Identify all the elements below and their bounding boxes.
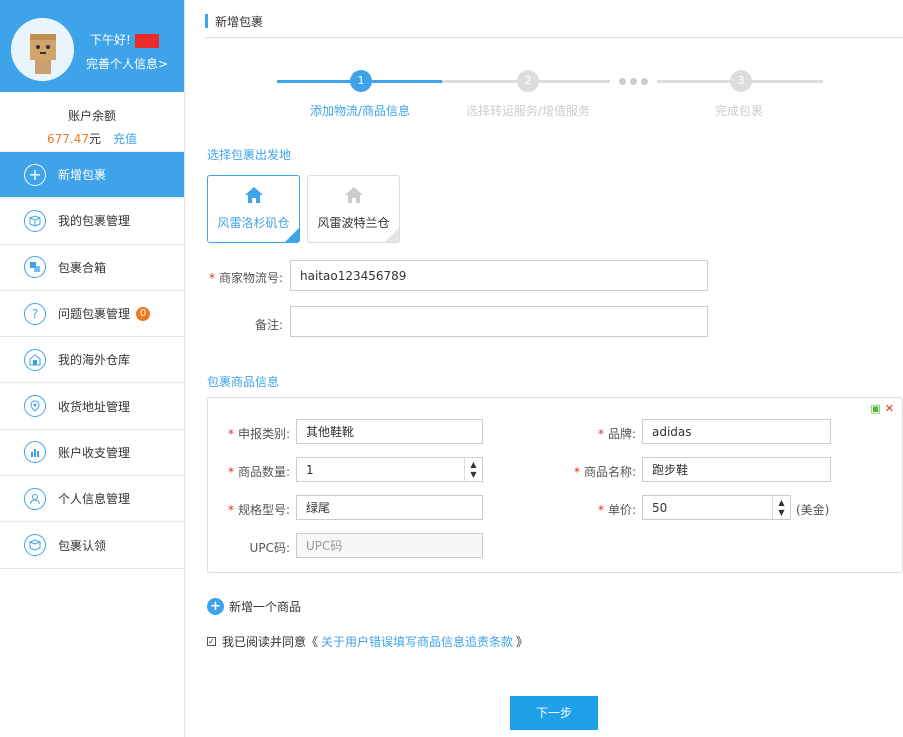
agree-prefix: 我已阅读并同意《 bbox=[222, 635, 319, 649]
sidebar-item-address[interactable]: 收货地址管理 bbox=[0, 383, 184, 430]
product-name-input[interactable]: 跑步鞋 bbox=[642, 457, 831, 482]
step-dot bbox=[619, 78, 626, 85]
agreement: ✓ 我已阅读并同意《 关于用户错误填写商品信息追责条款 》 bbox=[207, 633, 528, 650]
balance-panel: 账户余额 677.47元 充值 bbox=[0, 92, 184, 152]
sidebar-item-label: 收货地址管理 bbox=[58, 399, 131, 414]
agree-suffix: 》 bbox=[516, 635, 529, 649]
recharge-link[interactable]: 充值 bbox=[113, 132, 137, 146]
selected-corner-icon bbox=[285, 228, 299, 242]
sidebar-item-label: 账户收支管理 bbox=[58, 445, 131, 460]
upc-label: UPC码: bbox=[249, 541, 290, 555]
corner-icon bbox=[385, 228, 399, 242]
sidebar-item-claim-package[interactable]: 包裹认领 bbox=[0, 522, 184, 569]
add-item-label: 新增一个商品 bbox=[229, 600, 302, 614]
avatar[interactable] bbox=[11, 18, 74, 81]
main-content: 新增包裹 1 2 3 添加物流/商品信息 选择转运服务/增值服务 完成包裹 选择… bbox=[205, 0, 903, 730]
greeting: 下午好! bbox=[90, 31, 159, 48]
sidebar-item-personal-info[interactable]: 个人信息管理 bbox=[0, 476, 184, 523]
step-3-label: 完成包裹 bbox=[715, 104, 764, 118]
question-icon: ? bbox=[24, 302, 46, 325]
brand-input[interactable]: adidas bbox=[642, 419, 831, 444]
username-redacted bbox=[134, 33, 159, 48]
step-dot bbox=[630, 78, 637, 85]
origin-section-title: 选择包裹出发地 bbox=[207, 148, 292, 162]
agree-checkbox[interactable]: ✓ bbox=[207, 637, 216, 646]
sidebar-item-label: 我的包裹管理 bbox=[58, 214, 131, 229]
brand-label: * 品牌: bbox=[597, 427, 636, 441]
sidebar-item-account-finance[interactable]: 账户收支管理 bbox=[0, 430, 184, 477]
spinner-arrows-icon[interactable]: ▲ ▼ bbox=[772, 496, 790, 519]
spinner-arrows-icon[interactable]: ▲ ▼ bbox=[464, 458, 482, 481]
merge-icon bbox=[24, 256, 46, 279]
sidebar: 下午好! 完善个人信息> 账户余额 677.47元 充值 + 新增包裹 我的包裹管… bbox=[0, 0, 185, 737]
sidebar-item-label: 包裹认领 bbox=[58, 538, 107, 553]
sidebar-item-add-package[interactable]: + 新增包裹 bbox=[0, 152, 184, 199]
sidebar-item-overseas-warehouse[interactable]: 我的海外仓库 bbox=[0, 337, 184, 384]
step-3-circle: 3 bbox=[730, 70, 752, 92]
sidebar-item-label: 个人信息管理 bbox=[58, 492, 131, 507]
unit-price-value: 50 bbox=[652, 500, 668, 515]
add-item-button[interactable]: + 新增一个商品 bbox=[207, 598, 301, 615]
sidebar-item-label: 我的海外仓库 bbox=[58, 353, 131, 368]
home-icon bbox=[308, 186, 399, 206]
location-icon bbox=[24, 395, 46, 418]
warehouse-option-portland[interactable]: 风雷波特兰仓 bbox=[307, 175, 400, 243]
user-icon bbox=[24, 487, 46, 510]
quantity-value: 1 bbox=[306, 462, 314, 477]
price-unit: (美金) bbox=[796, 503, 830, 517]
category-label: * 申报类别: bbox=[227, 427, 290, 441]
complete-profile-link[interactable]: 完善个人信息> bbox=[86, 55, 168, 72]
sidebar-item-problem-packages[interactable]: ? 问题包裹管理 0 bbox=[0, 291, 184, 338]
step-2-circle: 2 bbox=[517, 70, 539, 92]
step-1-label: 添加物流/商品信息 bbox=[310, 104, 411, 118]
tracking-number-input[interactable]: haitao123456789 bbox=[290, 260, 708, 291]
step-dot bbox=[641, 78, 648, 85]
goods-tools: ▣ ✕ bbox=[870, 402, 894, 415]
sidebar-item-label: 问题包裹管理 bbox=[58, 307, 131, 322]
balance-label: 账户余额 bbox=[67, 109, 116, 123]
sidebar-item-label: 包裹合箱 bbox=[58, 260, 107, 275]
step-progress: 1 2 3 添加物流/商品信息 选择转运服务/增值服务 完成包裹 bbox=[277, 70, 837, 120]
upc-input[interactable]: UPC码 bbox=[296, 533, 483, 558]
remark-label: 备注: bbox=[254, 318, 283, 332]
category-input[interactable]: 其他鞋靴 bbox=[296, 419, 483, 444]
next-step-button[interactable]: 下一步 bbox=[510, 696, 598, 730]
chart-icon bbox=[24, 441, 46, 464]
spec-label: * 规格型号: bbox=[227, 503, 290, 517]
home-icon bbox=[208, 186, 299, 206]
warehouse-icon bbox=[24, 348, 46, 371]
goods-item-card: ▣ ✕ * 申报类别: 其他鞋靴 * 品牌: adidas * 商品数量: 1 ▲ ▼ *… bbox=[207, 397, 903, 573]
quantity-label: * 商品数量: bbox=[227, 465, 290, 479]
box-claim-icon bbox=[24, 534, 46, 557]
tracking-label: * 商家物流号: bbox=[208, 271, 283, 285]
plus-circle-icon: + bbox=[24, 163, 46, 186]
delete-icon[interactable]: ✕ bbox=[885, 402, 894, 415]
box-icon bbox=[24, 209, 46, 232]
page-title: 新增包裹 bbox=[205, 0, 903, 38]
sidebar-item-merge-packages[interactable]: 包裹合箱 bbox=[0, 245, 184, 291]
profile-header: 下午好! 完善个人信息> bbox=[0, 0, 184, 92]
quantity-stepper[interactable]: 1 ▲ ▼ bbox=[296, 457, 483, 482]
balance-unit: 元 bbox=[88, 132, 101, 146]
problem-count-badge: 0 bbox=[136, 306, 151, 321]
unit-price-stepper[interactable]: 50 ▲ ▼ bbox=[642, 495, 791, 520]
product-name-label: * 商品名称: bbox=[573, 465, 636, 479]
goods-section-title: 包裹商品信息 bbox=[207, 375, 280, 389]
balance-amount: 677.47 bbox=[46, 132, 89, 146]
warehouse-option-la[interactable]: 风雷洛杉矶仓 bbox=[207, 175, 300, 243]
sidebar-item-my-packages[interactable]: 我的包裹管理 bbox=[0, 198, 184, 245]
terms-link[interactable]: 关于用户错误填写商品信息追责条款 bbox=[321, 633, 513, 650]
plus-icon: + bbox=[207, 598, 224, 615]
step-1-circle: 1 bbox=[350, 70, 372, 92]
copy-icon[interactable]: ▣ bbox=[870, 402, 880, 415]
price-label: * 单价: bbox=[597, 503, 636, 517]
remark-input[interactable] bbox=[290, 306, 708, 337]
sidebar-item-label: 新增包裹 bbox=[58, 168, 107, 183]
step-2-label: 选择转运服务/增值服务 bbox=[466, 104, 591, 118]
spec-input[interactable]: 绿尾 bbox=[296, 495, 483, 520]
